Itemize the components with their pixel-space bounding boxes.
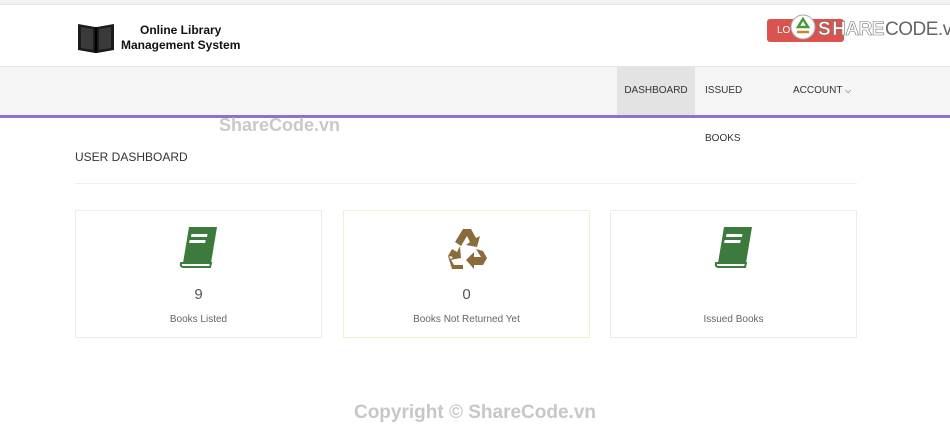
- watermark-logo: S HARE CODE.vn: [790, 14, 950, 46]
- nav-account-label: ACCOUNT: [793, 85, 843, 96]
- card-label: Issued Books: [703, 314, 764, 325]
- card-value: 0: [462, 286, 471, 303]
- page-title: USER DASHBOARD: [75, 150, 188, 164]
- chevron-down-icon: ⌵: [845, 86, 852, 95]
- card-label: Books Listed: [169, 314, 228, 325]
- watermark-s: S: [818, 19, 831, 41]
- watermark-code: CODE.vn: [885, 19, 950, 40]
- card-label: Books Not Returned Yet: [413, 314, 520, 325]
- nav-dashboard[interactable]: DASHBOARD: [617, 67, 695, 115]
- card-books-not-returned[interactable]: 0 Books Not Returned Yet: [343, 210, 590, 338]
- brand-name: Online Library Management System: [121, 23, 240, 53]
- header: Online Library Management System LO S HA…: [0, 5, 950, 66]
- title-divider: [75, 183, 857, 184]
- brand-line2: Management System: [121, 38, 241, 52]
- nav-issued-books[interactable]: ISSUED BOOKS: [705, 67, 775, 144]
- card-value: 9: [194, 286, 203, 303]
- copyright-watermark: Copyright © ShareCode.vn: [353, 402, 597, 423]
- main-nav: DASHBOARD ISSUED BOOKS ACCOUNT ⌵: [0, 66, 950, 144]
- card-books-listed[interactable]: 9 Books Listed: [75, 210, 322, 338]
- nav-account[interactable]: ACCOUNT ⌵: [793, 67, 853, 115]
- open-book-icon: [76, 20, 116, 56]
- watermark-hare: HARE: [832, 19, 885, 41]
- recycle-logo-icon: [790, 14, 816, 46]
- site-logo[interactable]: Online Library Management System: [76, 18, 316, 58]
- brand-line1: Online Library: [140, 23, 222, 37]
- card-issued-books[interactable]: Issued Books: [610, 210, 857, 338]
- watermark-text: ShareCode.vn: [219, 115, 341, 135]
